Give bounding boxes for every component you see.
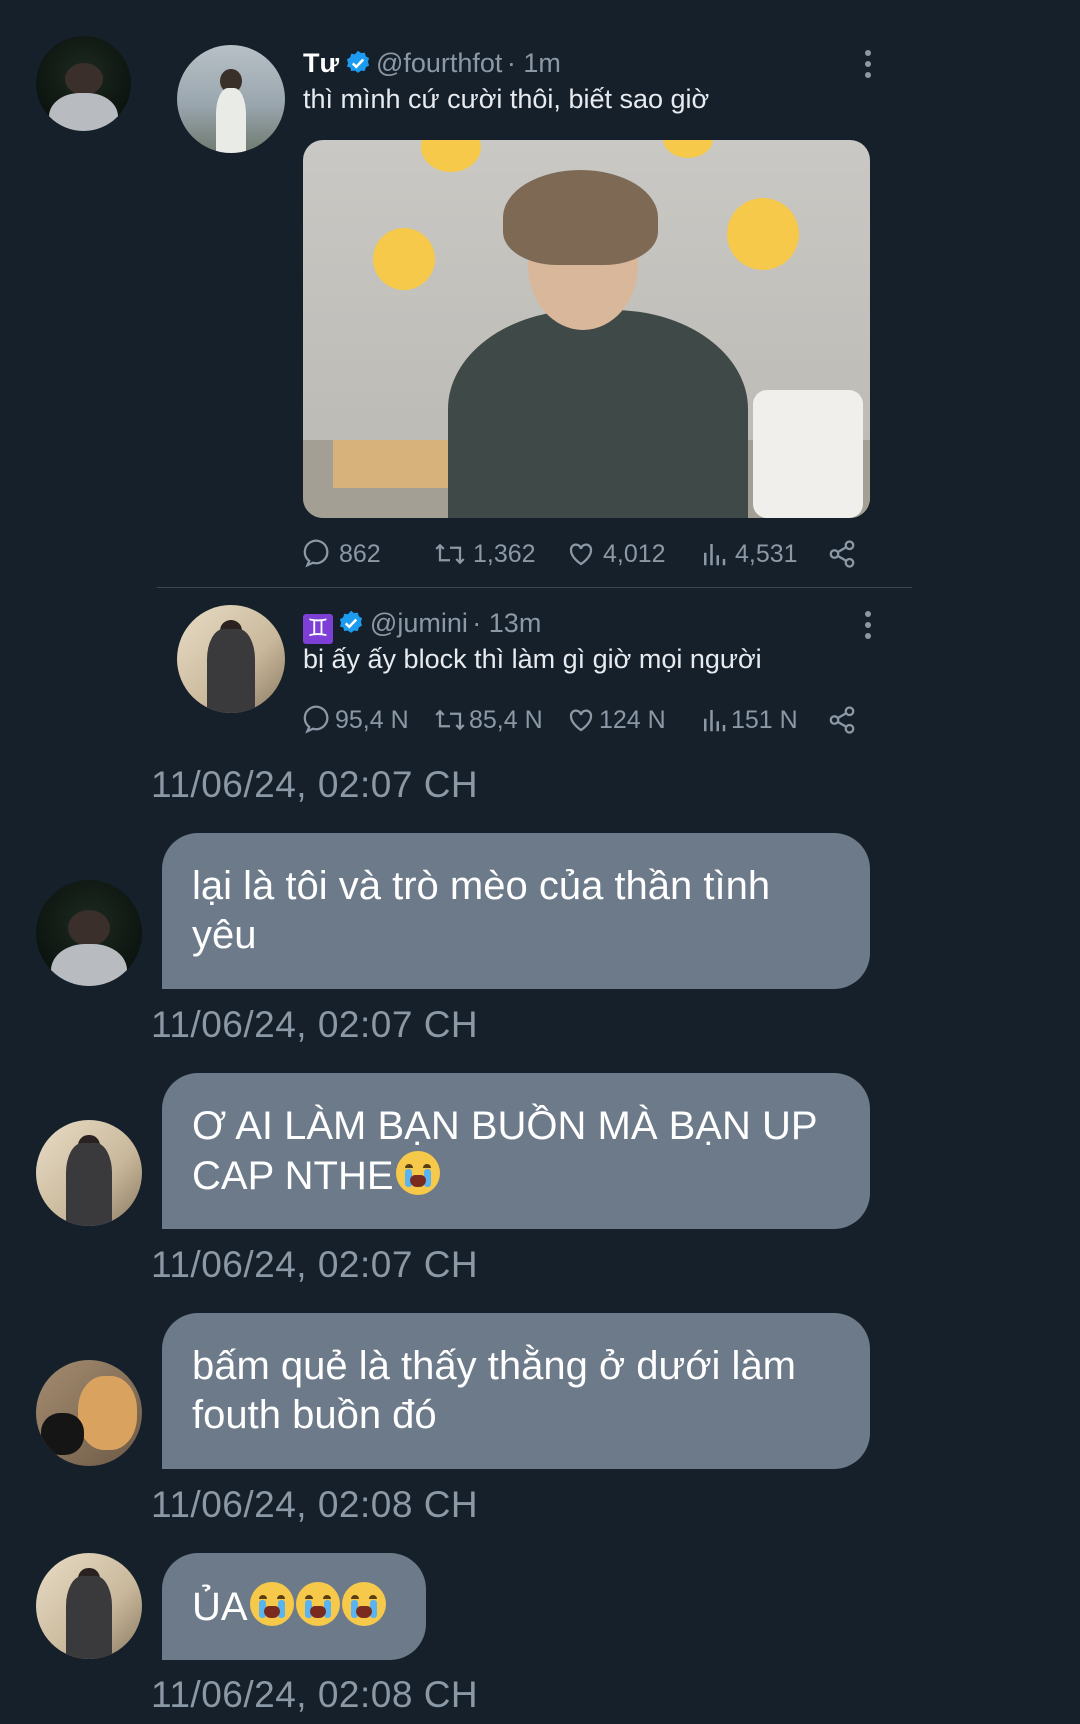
heart-icon bbox=[569, 543, 593, 566]
message-text-line: Ơ AI LÀM BẠN BUỒN MÀ BẠN UP bbox=[192, 1104, 818, 1148]
tweet-time: · 13m bbox=[472, 608, 542, 638]
message-timestamp: 11/06/24, 02:08 CH bbox=[151, 1674, 479, 1715]
views-count: 4,531 bbox=[735, 539, 798, 568]
gemini-icon: ♊ bbox=[303, 614, 333, 644]
sender-avatar[interactable] bbox=[36, 1553, 142, 1659]
tweet-author-name[interactable]: Tư bbox=[303, 48, 339, 78]
like-count: 124 N bbox=[599, 705, 666, 734]
tweet-stats: 95,4 N 85,4 N 124 N 151 N bbox=[303, 704, 863, 736]
like-button[interactable]: 4,012 bbox=[565, 539, 666, 569]
loudly-crying-emoji-icon bbox=[249, 1582, 294, 1626]
message-timestamp: 11/06/24, 02:08 CH bbox=[151, 1484, 479, 1525]
retweet-button[interactable]: 85,4 N bbox=[433, 705, 543, 735]
tweet-author-handle[interactable]: @fourthfot bbox=[376, 48, 502, 78]
message-text-line: bấm quẻ là thấy thằng ở dưới làm bbox=[192, 1344, 797, 1388]
thread-divider bbox=[157, 587, 912, 588]
message-text-line: ỦA bbox=[192, 1585, 248, 1629]
message-bubble[interactable]: bấm quẻ là thấy thằng ở dưới làm fouth b… bbox=[162, 1313, 870, 1469]
tweet-text: thì mình cứ cười thôi, biết sao giờ bbox=[303, 84, 710, 114]
tweet-photo[interactable] bbox=[303, 140, 870, 518]
retweet-button[interactable]: 1,362 bbox=[433, 539, 536, 569]
retweet-icon bbox=[435, 543, 465, 565]
verified-badge-icon bbox=[340, 610, 363, 633]
reply-icon bbox=[303, 539, 329, 568]
loudly-crying-emoji-icon bbox=[341, 1582, 386, 1626]
message-text-line: CAP NTHE bbox=[192, 1154, 394, 1198]
loudly-crying-emoji-icon bbox=[395, 1151, 440, 1195]
message-timestamp: 11/06/24, 02:07 CH bbox=[151, 764, 479, 805]
tweet-time: · 1m bbox=[506, 48, 561, 78]
sender-avatar[interactable] bbox=[36, 1120, 142, 1226]
like-count: 4,012 bbox=[603, 539, 666, 568]
views-icon bbox=[704, 710, 726, 732]
share-icon bbox=[829, 706, 855, 734]
verified-badge-icon bbox=[346, 50, 369, 73]
retweet-count: 85,4 N bbox=[469, 705, 543, 734]
sender-avatar[interactable] bbox=[36, 36, 131, 131]
tweet-stats: 862 1,362 4,012 4,531 bbox=[303, 538, 863, 570]
message-bubble[interactable]: ỦA bbox=[162, 1553, 426, 1660]
retweet-icon bbox=[435, 709, 465, 731]
views-button[interactable]: 4,531 bbox=[699, 539, 798, 569]
like-button[interactable]: 124 N bbox=[565, 705, 666, 735]
more-options-icon[interactable] bbox=[865, 611, 871, 644]
reply-button[interactable]: 95,4 N bbox=[303, 705, 409, 735]
message-text-line: lại là tôi và trò mèo của thần tình bbox=[192, 864, 771, 908]
reply-icon bbox=[303, 705, 329, 734]
more-options-icon[interactable] bbox=[865, 50, 871, 83]
tweet-text: bị ấy ấy block thì làm gì giờ mọi người bbox=[303, 644, 762, 674]
message-timestamp: 11/06/24, 02:07 CH bbox=[151, 1244, 479, 1285]
loudly-crying-emoji-icon bbox=[295, 1582, 340, 1626]
heart-icon bbox=[569, 709, 593, 732]
tweet-author-handle[interactable]: @jumini bbox=[370, 608, 468, 638]
views-icon bbox=[704, 544, 726, 566]
tweet-author-avatar[interactable] bbox=[177, 605, 285, 713]
share-icon bbox=[829, 540, 855, 568]
retweet-count: 1,362 bbox=[473, 539, 536, 568]
views-count: 151 N bbox=[731, 705, 798, 734]
message-timestamp: 11/06/24, 02:07 CH bbox=[151, 1004, 479, 1045]
views-button[interactable]: 151 N bbox=[699, 705, 798, 735]
message-bubble[interactable]: lại là tôi và trò mèo của thần tình yêu bbox=[162, 833, 870, 989]
reply-count: 862 bbox=[339, 539, 381, 568]
reply-button[interactable]: 862 bbox=[303, 539, 381, 569]
share-button[interactable] bbox=[826, 539, 864, 569]
tweet-header: ♊ @jumini · 13m bbox=[303, 608, 541, 644]
message-bubble[interactable]: Ơ AI LÀM BẠN BUỒN MÀ BẠN UP CAP NTHE bbox=[162, 1073, 870, 1229]
share-button[interactable] bbox=[826, 705, 864, 735]
sender-avatar[interactable] bbox=[36, 1360, 142, 1466]
tweet-header: Tư @fourthfot · 1m bbox=[303, 48, 561, 79]
reply-count: 95,4 N bbox=[335, 705, 409, 734]
sender-avatar[interactable] bbox=[36, 880, 142, 986]
tweet-author-avatar[interactable] bbox=[177, 45, 285, 153]
message-text-line: fouth buồn đó bbox=[192, 1393, 437, 1437]
message-text-line: yêu bbox=[192, 913, 257, 957]
